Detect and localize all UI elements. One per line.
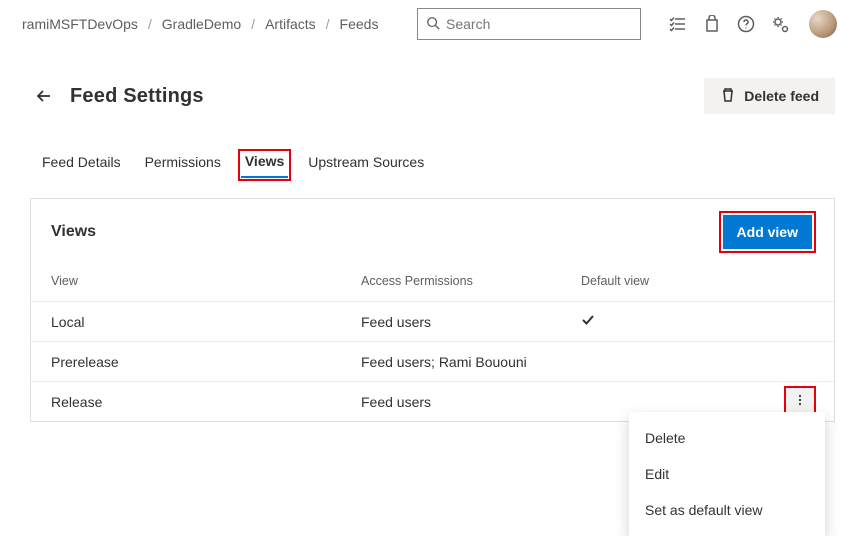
tab-feed-details[interactable]: Feed Details [40, 150, 123, 180]
breadcrumb-sep: / [148, 16, 152, 32]
back-button[interactable] [32, 84, 56, 108]
page-header: Feed Settings Delete feed [0, 48, 859, 114]
breadcrumb-item[interactable]: Artifacts [265, 16, 316, 32]
cell-access: Feed users; Rami Bououni [361, 354, 581, 370]
table-header: View Access Permissions Default view [31, 261, 834, 301]
panel-title: Views [51, 223, 96, 241]
top-bar: ramiMSFTDevOps / GradleDemo / Artifacts … [0, 0, 859, 48]
settings-icon[interactable] [771, 15, 789, 33]
top-icons [669, 10, 837, 38]
search-box[interactable] [417, 8, 641, 40]
more-vertical-icon [793, 393, 807, 410]
menu-item-edit[interactable]: Edit [629, 456, 825, 492]
delete-feed-label: Delete feed [744, 88, 819, 104]
search-input[interactable] [446, 16, 632, 32]
add-view-button[interactable]: Add view [723, 215, 812, 249]
breadcrumb-item[interactable]: GradleDemo [162, 16, 241, 32]
cell-access: Feed users [361, 394, 581, 410]
default-check-icon [581, 313, 731, 330]
tab-upstream-sources[interactable]: Upstream Sources [306, 150, 426, 180]
tabs: Feed Details Permissions Views Upstream … [0, 114, 859, 180]
page-title: Feed Settings [70, 85, 204, 108]
col-access: Access Permissions [361, 274, 581, 288]
table-row[interactable]: Local Feed users [31, 301, 834, 341]
col-view: View [51, 274, 361, 288]
context-menu: Delete Edit Set as default view [629, 412, 825, 536]
menu-item-delete[interactable]: Delete [629, 420, 825, 456]
cell-view: Release [51, 394, 361, 410]
avatar[interactable] [809, 10, 837, 38]
col-default: Default view [581, 274, 731, 288]
cell-view: Prerelease [51, 354, 361, 370]
menu-item-set-default[interactable]: Set as default view [629, 492, 825, 528]
tab-permissions[interactable]: Permissions [143, 150, 223, 180]
breadcrumb-item[interactable]: Feeds [340, 16, 379, 32]
delete-feed-button[interactable]: Delete feed [704, 78, 835, 114]
list-icon[interactable] [669, 15, 687, 33]
panel-header: Views Add view [31, 199, 834, 261]
help-icon[interactable] [737, 15, 755, 33]
breadcrumb-sep: / [251, 16, 255, 32]
breadcrumb-item[interactable]: ramiMSFTDevOps [22, 16, 138, 32]
breadcrumb: ramiMSFTDevOps / GradleDemo / Artifacts … [22, 16, 378, 32]
search-icon [426, 16, 440, 33]
breadcrumb-sep: / [326, 16, 330, 32]
views-panel: Views Add view View Access Permissions D… [30, 198, 835, 422]
tab-views[interactable]: Views [239, 150, 290, 180]
cell-view: Local [51, 314, 361, 330]
trash-icon [720, 87, 736, 106]
table-row[interactable]: Prerelease Feed users; Rami Bououni [31, 341, 834, 381]
bag-icon[interactable] [703, 15, 721, 33]
cell-access: Feed users [361, 314, 581, 330]
